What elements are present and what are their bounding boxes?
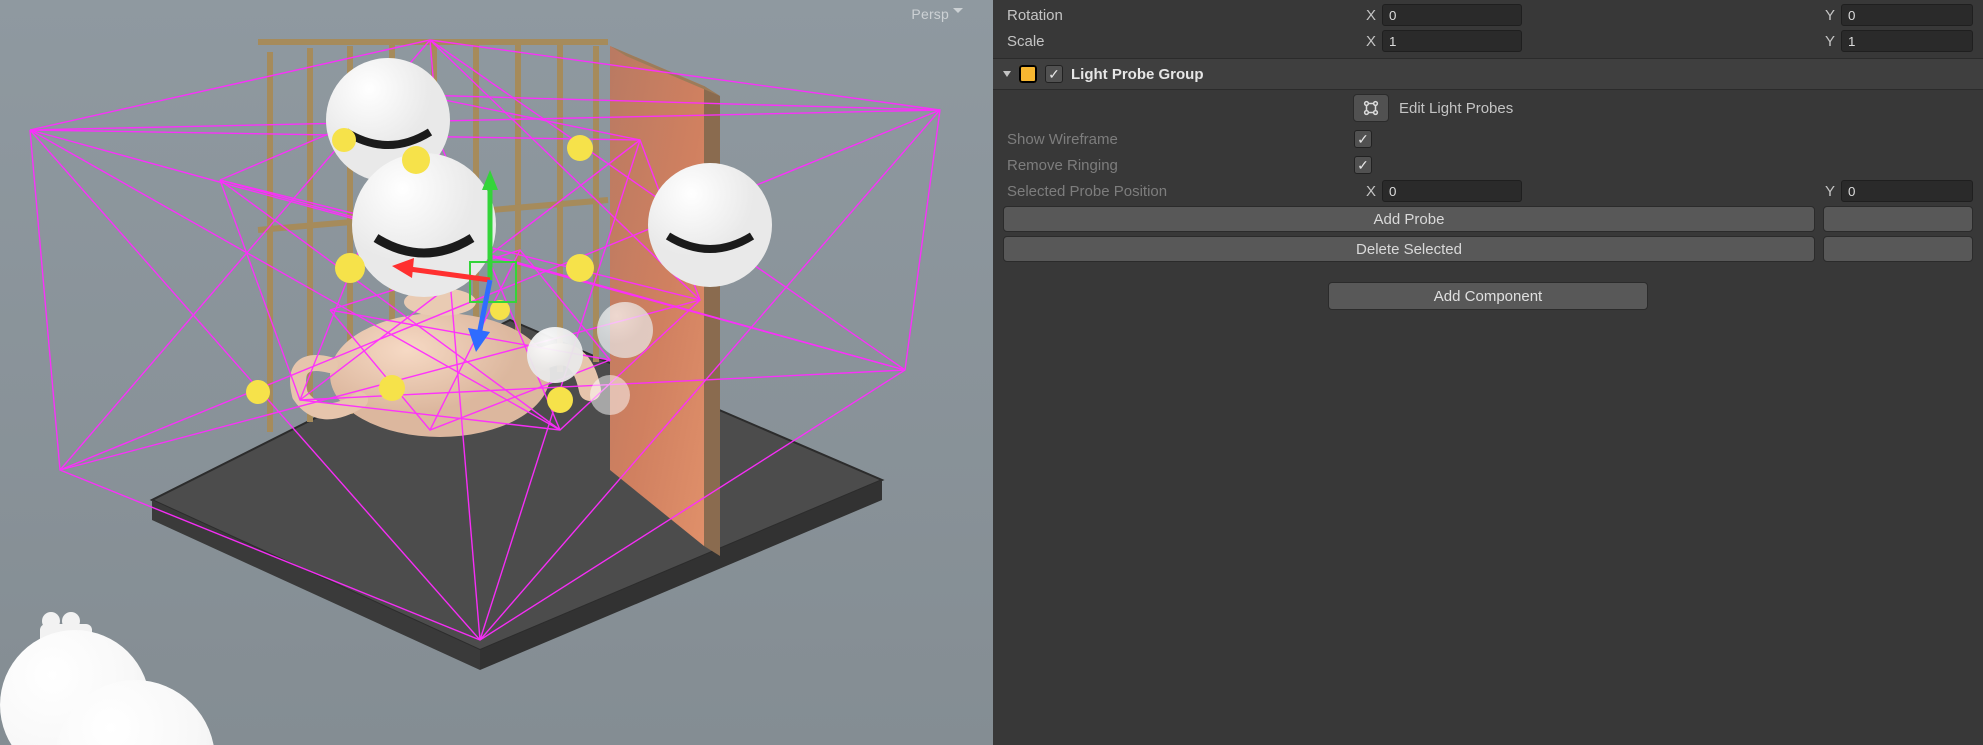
remove-ringing-label: Remove Ringing	[1007, 157, 1352, 174]
axis-y-label: Y	[1817, 7, 1835, 24]
add-component-button[interactable]: Add Component	[1328, 282, 1648, 310]
inspector-panel: Rotation X Y Scale X	[993, 0, 1983, 745]
component-header[interactable]: Light Probe Group	[993, 58, 1983, 90]
delete-selected-button[interactable]: Delete Selected	[1003, 236, 1815, 262]
scene-canvas	[0, 0, 993, 745]
add-probe-button[interactable]: Add Probe	[1003, 206, 1815, 232]
axis-x-label: X	[1358, 7, 1376, 24]
show-wireframe-checkbox[interactable]	[1354, 130, 1372, 148]
selected-probe-position-label: Selected Probe Position	[1007, 183, 1352, 200]
edit-light-probes-label: Edit Light Probes	[1399, 100, 1513, 117]
edit-light-probes-icon-button[interactable]	[1353, 94, 1389, 122]
axis-y-label: Y	[1817, 33, 1835, 50]
scale-y-input[interactable]	[1841, 30, 1973, 52]
axis-y-label: Y	[1817, 183, 1835, 200]
axis-x-label: X	[1358, 183, 1376, 200]
add-probe-secondary-button[interactable]	[1823, 206, 1973, 232]
transform-scale-label: Scale	[1007, 33, 1352, 50]
rotation-y-input[interactable]	[1841, 4, 1973, 26]
transform-rotation-label: Rotation	[1007, 7, 1352, 24]
show-wireframe-label: Show Wireframe	[1007, 131, 1352, 148]
rotation-x-input[interactable]	[1382, 4, 1522, 26]
component-title: Light Probe Group	[1071, 66, 1204, 83]
foldout-icon[interactable]	[1003, 71, 1011, 77]
component-enable-checkbox[interactable]	[1045, 65, 1063, 83]
probe-pos-y-input[interactable]	[1841, 180, 1973, 202]
delete-selected-secondary-button[interactable]	[1823, 236, 1973, 262]
remove-ringing-checkbox[interactable]	[1354, 156, 1372, 174]
probe-pos-x-input[interactable]	[1382, 180, 1522, 202]
projection-caret-icon[interactable]	[953, 8, 963, 13]
light-probe-group-icon	[1019, 65, 1037, 83]
axis-x-label: X	[1358, 33, 1376, 50]
projection-label: Persp	[911, 6, 949, 22]
scene-view[interactable]: Persp	[0, 0, 993, 745]
scale-x-input[interactable]	[1382, 30, 1522, 52]
